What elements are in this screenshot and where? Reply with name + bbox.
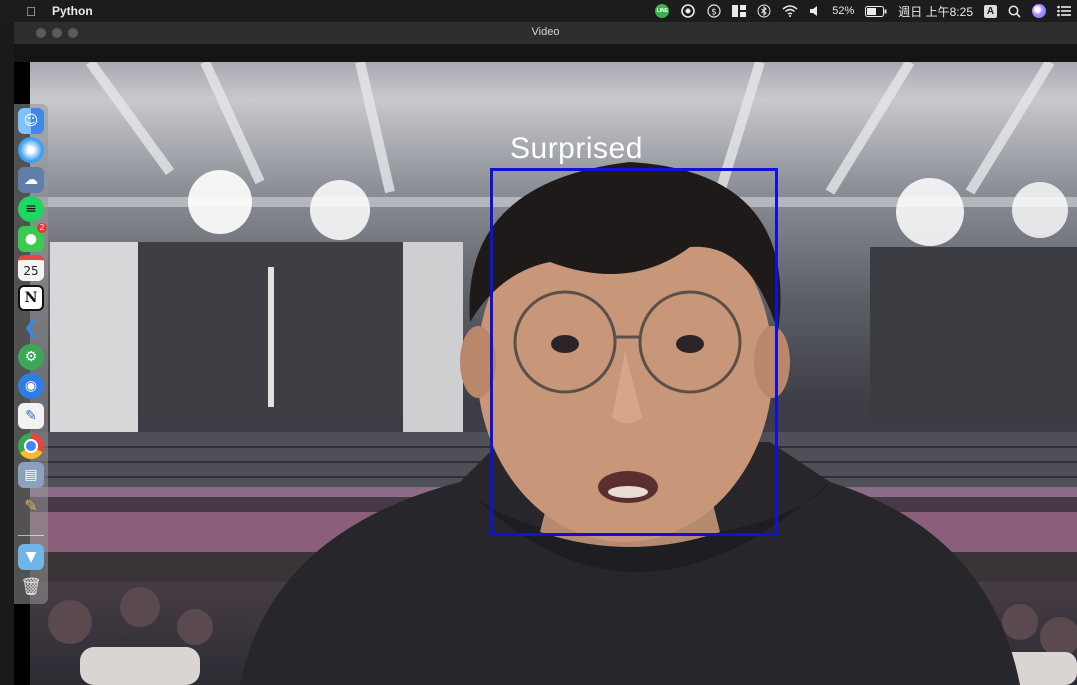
status-area: LINE $ 52% 週日 上午8:25 A [655, 0, 1071, 22]
notion-icon[interactable]: N [18, 285, 44, 311]
wifi-icon[interactable] [782, 0, 798, 22]
video-window: Video Surprised [14, 22, 1077, 685]
window-layout-icon[interactable] [732, 0, 747, 22]
webcam-video-frame: Surprised [30, 62, 1077, 685]
window-toolbar-strip [14, 44, 1077, 62]
clock-text[interactable]: 週日 上午8:25 [898, 0, 973, 22]
emotion-label: Surprised [510, 132, 643, 165]
window-title: Video [531, 26, 560, 38]
input-source-icon[interactable]: A [984, 0, 997, 22]
line-app-icon[interactable]: ● 2 [18, 223, 47, 252]
apple-menu-icon[interactable]:  [24, 4, 38, 19]
trash-icon[interactable]: 🗑 [18, 574, 44, 600]
line-status-badge: LINE [655, 4, 670, 18]
notion-letter: N [24, 290, 38, 306]
battery-icon[interactable] [865, 0, 887, 22]
bluetooth-icon[interactable] [757, 0, 771, 22]
location-app-icon[interactable]: ◉ [18, 373, 44, 399]
textedit-icon[interactable]: ✎ [18, 403, 44, 429]
safari-icon[interactable]: ➤ [18, 137, 44, 163]
calendar-icon[interactable]: 25 [18, 255, 44, 281]
menu-bar:  Python LINE $ 52% 週日 上午8:25 A [0, 0, 1077, 22]
finder-icon[interactable]: ☺ [18, 108, 44, 134]
face-detection-box [490, 168, 778, 536]
chrome-icon[interactable] [18, 433, 44, 459]
preview-icon[interactable]: ☁ [18, 167, 44, 193]
downloads-folder-icon[interactable]: ▼ [18, 544, 44, 570]
android-studio-icon[interactable]: ⚙ [18, 344, 44, 370]
spotify-icon[interactable]: ≡ [18, 196, 44, 222]
app-menu-name[interactable]: Python [52, 4, 93, 18]
notification-center-icon[interactable] [1057, 0, 1071, 22]
script-editor-icon[interactable]: ✎ [18, 492, 44, 518]
dock: ☺ ➤ ☁ ≡ ● 2 25 N ❮ ⚙ ◉ ✎ ▤ ✎ ▼ 🗑 [14, 104, 48, 604]
vscode-icon[interactable]: ❮ [18, 314, 44, 340]
line-status-icon[interactable]: LINE [655, 0, 670, 22]
spotlight-search-icon[interactable] [1008, 0, 1021, 22]
volume-icon[interactable] [809, 0, 821, 22]
calendar-day: 25 [23, 263, 39, 278]
image-capture-icon[interactable]: ▤ [18, 462, 44, 488]
svg-text:$: $ [711, 8, 717, 18]
battery-percent: 52% [832, 5, 855, 17]
dollar-icon[interactable]: $ [707, 0, 721, 22]
input-source-letter: A [984, 4, 997, 18]
dock-separator [18, 535, 44, 536]
siri-icon[interactable] [1032, 0, 1046, 22]
window-titlebar[interactable]: Video [14, 22, 1077, 45]
screen-record-icon[interactable] [680, 0, 696, 22]
line-unread-badge: 2 [37, 223, 47, 233]
